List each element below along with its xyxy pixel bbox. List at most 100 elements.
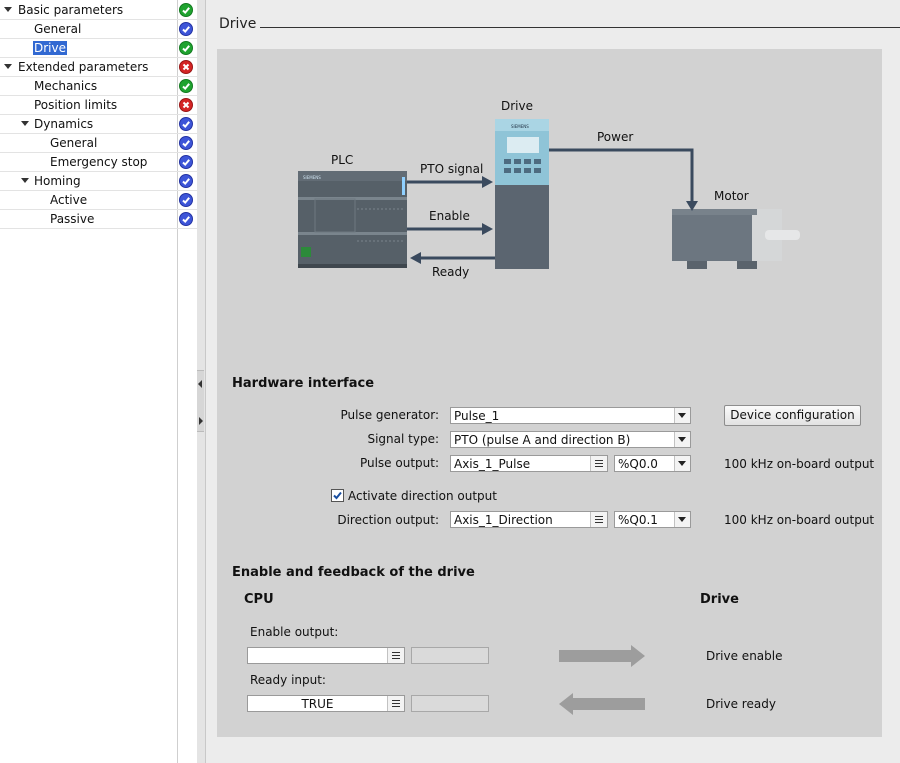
pulse-generator-label: Pulse generator:	[340, 408, 439, 422]
navigation-tree: Basic parameters General Drive Extended …	[0, 0, 198, 763]
tree-item-homing[interactable]: Homing	[0, 172, 197, 191]
ready-input-address-box	[411, 695, 489, 712]
direction-output-address-value: %Q0.1	[618, 513, 658, 527]
tree-item-emergency-stop[interactable]: Emergency stop	[0, 153, 197, 172]
enable-output-address-box	[411, 647, 489, 664]
pulse-output-address-value: %Q0.0	[618, 457, 658, 471]
status-ok-icon	[179, 41, 193, 55]
ready-arrow-icon	[410, 252, 421, 264]
expand-right-icon[interactable]	[199, 417, 203, 425]
expand-caret-icon[interactable]	[4, 7, 12, 12]
direction-output-checkbox-label[interactable]: Activate direction output	[348, 489, 497, 503]
ready-input-label: Ready input:	[250, 673, 326, 687]
signal-type-label: Signal type:	[367, 432, 439, 446]
tree-item-label: Homing	[34, 174, 81, 188]
status-error-icon	[179, 98, 193, 112]
status-done-icon	[179, 193, 193, 207]
expand-caret-icon[interactable]	[4, 64, 12, 69]
status-done-icon	[179, 212, 193, 226]
drive-enable-arrow-icon	[559, 645, 645, 667]
tree-item-homing-active[interactable]: Active	[0, 191, 197, 210]
signal-type-value: PTO (pulse A and direction B)	[454, 433, 631, 447]
tag-list-icon[interactable]	[590, 456, 607, 471]
chevron-down-icon[interactable]	[674, 408, 690, 423]
title-divider	[260, 27, 900, 28]
drive-column-header: Drive	[700, 592, 739, 607]
tree-item-label: General	[34, 22, 82, 36]
drive-label: Drive	[501, 99, 533, 113]
status-done-icon	[179, 174, 193, 188]
drive-connection-diagram: PLC SIEMENS Drive SIEMENS Motor Power PT…	[298, 99, 800, 279]
status-ok-icon	[179, 3, 193, 17]
tree-item-mechanics[interactable]: Mechanics	[0, 77, 197, 96]
enable-output-field[interactable]	[247, 647, 405, 664]
expand-caret-icon[interactable]	[21, 121, 29, 126]
drive-device-image	[495, 119, 549, 269]
chevron-down-icon[interactable]	[674, 432, 690, 447]
status-ok-icon	[179, 79, 193, 93]
drive-brand-label: SIEMENS	[511, 124, 529, 129]
direction-output-label: Direction output:	[337, 513, 439, 527]
tree-item-homing-passive[interactable]: Passive	[0, 210, 197, 229]
pulse-generator-value: Pulse_1	[454, 409, 500, 423]
page-title: Drive	[219, 16, 257, 32]
tree-item-label: Position limits	[34, 98, 118, 112]
pto-arrow-icon	[482, 176, 493, 188]
tree-item-dynamics-general[interactable]: General	[0, 134, 197, 153]
direction-output-address-dropdown[interactable]: %Q0.1	[614, 511, 691, 528]
power-connection-line	[549, 148, 694, 206]
status-done-icon	[179, 117, 193, 131]
tree-item-label: Mechanics	[34, 79, 98, 93]
tree-item-basic-parameters[interactable]: Basic parameters	[0, 1, 197, 20]
motor-label: Motor	[714, 189, 749, 203]
pulse-output-tag-field[interactable]: Axis_1_Pulse	[450, 455, 608, 472]
enable-output-label: Enable output:	[250, 625, 339, 639]
pulse-output-address-dropdown[interactable]: %Q0.0	[614, 455, 691, 472]
collapse-left-icon[interactable]	[198, 380, 202, 388]
status-done-icon	[179, 155, 193, 169]
plc-device-image	[298, 171, 407, 268]
ready-signal-label: Ready	[432, 265, 469, 279]
tag-list-icon[interactable]	[590, 512, 607, 527]
tree-item-label: General	[50, 136, 98, 150]
drive-ready-arrow-icon	[559, 693, 645, 715]
pulse-output-label: Pulse output:	[359, 456, 439, 470]
status-error-icon	[179, 60, 193, 74]
status-done-icon	[179, 22, 193, 36]
plc-label: PLC	[331, 153, 353, 167]
direction-output-tag-field[interactable]: Axis_1_Direction	[450, 511, 608, 528]
direction-output-tag-value: Axis_1_Direction	[454, 513, 553, 527]
pulse-generator-dropdown[interactable]: Pulse_1	[450, 407, 691, 424]
tree-item-label: Extended parameters	[18, 60, 149, 74]
tree-item-label-selected: Drive	[33, 41, 67, 55]
chevron-down-icon[interactable]	[674, 456, 690, 471]
pane-splitter[interactable]	[197, 0, 206, 763]
ready-input-field[interactable]: TRUE	[247, 695, 405, 712]
tree-item-position-limits[interactable]: Position limits	[0, 96, 197, 115]
pto-signal-label: PTO signal	[420, 162, 483, 176]
expand-caret-icon[interactable]	[21, 178, 29, 183]
signal-type-dropdown[interactable]: PTO (pulse A and direction B)	[450, 431, 691, 448]
tag-list-icon[interactable]	[387, 696, 404, 711]
checkmark-icon	[333, 491, 342, 500]
tree-item-general[interactable]: General	[0, 20, 197, 39]
chevron-down-icon[interactable]	[674, 512, 690, 527]
motor-image	[672, 209, 800, 269]
drive-enable-label: Drive enable	[706, 649, 783, 663]
tree-item-extended-parameters[interactable]: Extended parameters	[0, 58, 197, 77]
direction-output-checkbox[interactable]	[331, 489, 344, 502]
status-done-icon	[179, 136, 193, 150]
enable-arrow-icon	[482, 223, 493, 235]
tree-item-dynamics[interactable]: Dynamics	[0, 115, 197, 134]
tag-list-icon[interactable]	[387, 648, 404, 663]
tree-item-label: Emergency stop	[50, 155, 148, 169]
tree-item-drive[interactable]: Drive	[0, 39, 197, 58]
power-label: Power	[597, 130, 633, 144]
device-configuration-button[interactable]: Device configuration	[724, 405, 861, 426]
ready-input-value: TRUE	[301, 697, 334, 711]
enable-signal-label: Enable	[429, 209, 470, 223]
tree-item-label: Basic parameters	[18, 3, 124, 17]
hardware-interface-heading: Hardware interface	[232, 376, 375, 391]
drive-ready-label: Drive ready	[706, 697, 776, 711]
tree-item-label: Passive	[50, 212, 95, 226]
